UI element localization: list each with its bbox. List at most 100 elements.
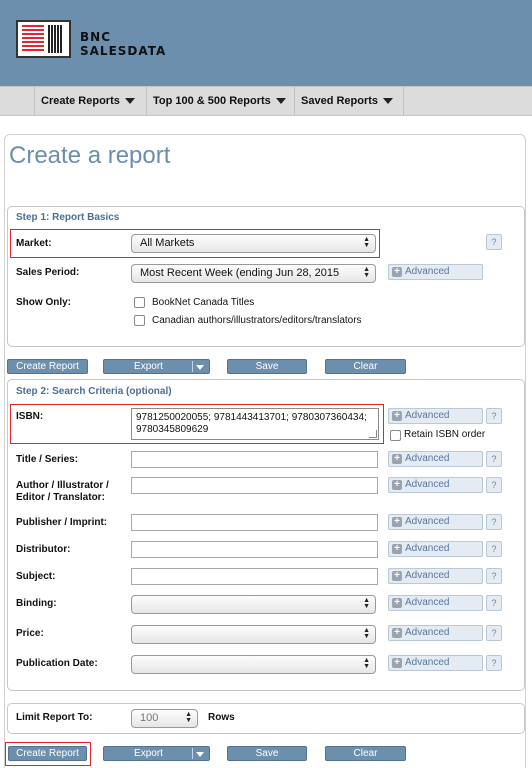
- plus-icon: +: [392, 517, 402, 527]
- sales-period-label: Sales Period:: [16, 267, 80, 278]
- export-label: Export: [134, 361, 163, 372]
- advanced-label: Advanced: [405, 410, 450, 421]
- main-nav: Create Reports Top 100 & 500 Reports Sav…: [0, 86, 532, 116]
- limit-select[interactable]: 100 ▲ ▼: [131, 709, 198, 728]
- author-help-button[interactable]: ?: [486, 477, 502, 493]
- pub-date-select[interactable]: ▲ ▼: [131, 655, 376, 674]
- create-report-button[interactable]: Create Report: [7, 359, 88, 374]
- pub-date-advanced-button[interactable]: + Advanced: [388, 655, 483, 671]
- sales-period-value: Most Recent Week (ending Jun 28, 2015: [140, 267, 340, 279]
- binding-help-button[interactable]: ?: [486, 595, 502, 611]
- canadian-authors-checkbox[interactable]: [134, 315, 145, 326]
- chevron-down-icon: [196, 752, 204, 757]
- distributor-input[interactable]: [131, 541, 378, 558]
- publisher-input[interactable]: [131, 514, 378, 531]
- plus-icon: +: [392, 454, 402, 464]
- author-advanced-button[interactable]: + Advanced: [388, 477, 483, 493]
- create-report-button-bottom[interactable]: Create Report: [8, 746, 87, 761]
- page-title: Create a report: [9, 142, 171, 169]
- step2-title: Step 2: Search Criteria (optional): [16, 386, 172, 397]
- distributor-advanced-button[interactable]: + Advanced: [388, 541, 483, 557]
- pub-date-help-button[interactable]: ?: [486, 655, 502, 671]
- clear-button-bottom[interactable]: Clear: [325, 746, 406, 761]
- market-label: Market:: [16, 238, 52, 249]
- show-only-label: Show Only:: [16, 297, 71, 308]
- binding-advanced-button[interactable]: + Advanced: [388, 595, 483, 611]
- step1-title: Step 1: Report Basics: [16, 212, 120, 223]
- limit-value: 100: [140, 712, 159, 724]
- plus-icon: +: [392, 544, 402, 554]
- sales-period-select[interactable]: Most Recent Week (ending Jun 28, 2015 ▲ ▼: [131, 264, 376, 283]
- brand-name[interactable]: BNC SALESDATA: [80, 30, 166, 58]
- save-button-bottom[interactable]: Save: [227, 746, 307, 761]
- clear-button[interactable]: Clear: [325, 359, 406, 374]
- subject-input[interactable]: [131, 568, 378, 585]
- booknet-titles-label: BookNet Canada Titles: [152, 297, 255, 308]
- select-arrows-icon: ▲ ▼: [363, 236, 370, 249]
- advanced-label: Advanced: [405, 597, 450, 608]
- save-button[interactable]: Save: [227, 359, 307, 374]
- sales-period-advanced-button[interactable]: + Advanced: [388, 264, 483, 280]
- plus-icon: +: [392, 480, 402, 490]
- isbn-advanced-button[interactable]: + Advanced: [388, 408, 483, 424]
- retain-isbn-checkbox[interactable]: [390, 430, 401, 441]
- chevron-down-icon: [196, 365, 204, 370]
- limit-label: Limit Report To:: [16, 712, 93, 723]
- booknet-titles-checkbox[interactable]: [134, 297, 145, 308]
- chevron-down-icon: [275, 98, 286, 105]
- advanced-label: Advanced: [405, 657, 450, 668]
- resize-handle-icon[interactable]: [369, 430, 377, 438]
- advanced-label: Advanced: [405, 570, 450, 581]
- publisher-help-button[interactable]: ?: [486, 514, 502, 530]
- nav-create-reports[interactable]: Create Reports: [34, 87, 146, 115]
- isbn-textarea[interactable]: 9781250020055; 9781443413701; 9780307360…: [131, 408, 379, 440]
- book-barcode-icon[interactable]: [16, 20, 71, 58]
- price-help-button[interactable]: ?: [486, 625, 502, 641]
- advanced-label: Advanced: [405, 627, 450, 638]
- advanced-label: Advanced: [405, 479, 450, 490]
- nav-saved-reports[interactable]: Saved Reports: [294, 87, 404, 115]
- advanced-label: Advanced: [405, 543, 450, 554]
- plus-icon: +: [392, 658, 402, 668]
- title-series-label: Title / Series:: [16, 454, 79, 465]
- advanced-label: Advanced: [405, 453, 450, 464]
- export-button[interactable]: Export: [103, 359, 210, 374]
- limit-unit: Rows: [208, 712, 235, 723]
- binding-select[interactable]: ▲ ▼: [131, 595, 376, 614]
- select-arrows-icon: ▲ ▼: [363, 597, 370, 610]
- chevron-down-icon: [124, 98, 135, 105]
- select-arrows-icon: ▲ ▼: [363, 266, 370, 279]
- plus-icon: +: [392, 571, 402, 581]
- publisher-advanced-button[interactable]: + Advanced: [388, 514, 483, 530]
- title-series-help-button[interactable]: ?: [486, 451, 502, 467]
- market-select-value: All Markets: [140, 237, 195, 249]
- distributor-help-button[interactable]: ?: [486, 541, 502, 557]
- author-input[interactable]: [131, 477, 378, 494]
- subject-help-button[interactable]: ?: [486, 568, 502, 584]
- market-select[interactable]: All Markets ▲ ▼: [131, 234, 376, 253]
- author-label: Author / Illustrator / Editor / Translat…: [16, 480, 109, 503]
- market-help-button[interactable]: ?: [486, 234, 502, 250]
- isbn-label: ISBN:: [16, 411, 44, 422]
- price-label: Price:: [16, 628, 44, 639]
- advanced-label: Advanced: [405, 266, 450, 277]
- export-button-bottom[interactable]: Export: [103, 746, 210, 761]
- isbn-help-button[interactable]: ?: [486, 408, 502, 424]
- distributor-label: Distributor:: [16, 544, 71, 555]
- select-arrows-icon: ▲ ▼: [185, 711, 192, 724]
- plus-icon: +: [392, 598, 402, 608]
- plus-icon: +: [392, 411, 402, 421]
- price-advanced-button[interactable]: + Advanced: [388, 625, 483, 641]
- price-select[interactable]: ▲ ▼: [131, 625, 376, 644]
- chevron-down-icon: [383, 98, 394, 105]
- nav-top-reports[interactable]: Top 100 & 500 Reports: [146, 87, 294, 115]
- subject-advanced-button[interactable]: + Advanced: [388, 568, 483, 584]
- binding-label: Binding:: [16, 598, 57, 609]
- canadian-authors-label: Canadian authors/illustrators/editors/tr…: [152, 315, 362, 326]
- subject-label: Subject:: [16, 571, 56, 582]
- pub-date-label: Publication Date:: [16, 658, 98, 669]
- title-series-advanced-button[interactable]: + Advanced: [388, 451, 483, 467]
- plus-icon: +: [392, 628, 402, 638]
- title-series-input[interactable]: [131, 451, 378, 468]
- plus-icon: +: [392, 267, 402, 277]
